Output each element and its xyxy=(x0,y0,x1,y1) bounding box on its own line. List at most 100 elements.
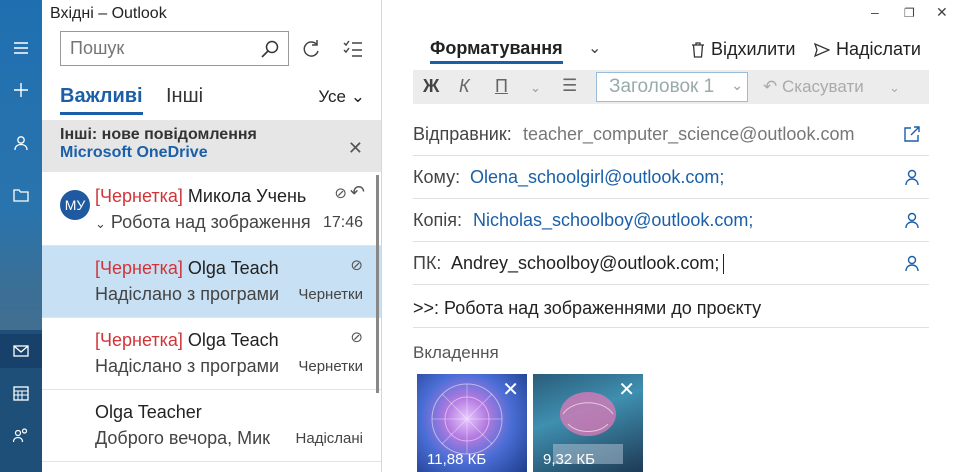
attachment-thumbnail[interactable]: ✕ 11,88 КБ xyxy=(417,374,527,472)
folder-label: Надіслані xyxy=(295,430,363,447)
close-icon[interactable]: ✕ xyxy=(348,138,363,159)
outlook-window: Вхідні – Outlook Важливі Інші Усе ⌄ Інші… xyxy=(0,0,956,472)
notification-title: Інші: нове повідомлення xyxy=(60,126,257,143)
calendar-icon[interactable] xyxy=(0,376,42,410)
search-box[interactable] xyxy=(60,31,289,66)
maximize-icon[interactable]: ❐ xyxy=(904,6,915,20)
person-icon[interactable] xyxy=(0,126,42,160)
chevron-down-icon: ⌄ xyxy=(731,77,743,93)
list-item[interactable]: Olga Teacher Доброго вечора, Мик Надісла… xyxy=(42,390,381,462)
sender-name: Olga Teach xyxy=(182,258,279,278)
bcc-recipient: Andrey_schoolboy@outlook.com; xyxy=(451,253,720,273)
draft-tag: [Чернетка] xyxy=(95,330,183,350)
folder-icon[interactable] xyxy=(0,178,42,212)
tab-other[interactable]: Інші xyxy=(166,85,203,108)
message-list-pane: Вхідні – Outlook Важливі Інші Усе ⌄ Інші… xyxy=(42,0,382,472)
attachment-size: 9,32 КБ xyxy=(543,451,595,468)
undo-label: Скасувати xyxy=(781,77,864,96)
from-label: Відправник: xyxy=(413,124,512,144)
send-button[interactable]: Надіслати xyxy=(814,39,921,60)
bcc-field[interactable]: ПК: Andrey_schoolboy@outlook.com; xyxy=(413,243,929,285)
list-item[interactable]: [Чернетка] Olga Teach ⊘ Надіслано з прог… xyxy=(42,246,381,318)
discard-button[interactable]: Відхилити xyxy=(691,39,795,60)
person-icon[interactable] xyxy=(903,254,921,272)
cc-label: Копія: xyxy=(413,210,462,230)
to-recipient[interactable]: Olena_schoolgirl@outlook.com; xyxy=(470,167,724,188)
undo-icon: ↶ xyxy=(763,77,778,96)
message-preview: Доброго вечора, Мик xyxy=(95,428,271,448)
from-value: teacher_computer_science@outlook.com xyxy=(523,124,855,144)
message-sender: [Чернетка] Olga Teach xyxy=(95,330,283,351)
open-external-icon[interactable] xyxy=(903,125,921,143)
attachment-size: 11,88 КБ xyxy=(427,451,487,468)
attachment-icon: ⊘ xyxy=(334,185,347,202)
style-dropdown[interactable]: Заголовок 1 ⌄ xyxy=(596,72,748,102)
avatar: МУ xyxy=(60,190,90,220)
scrollbar[interactable] xyxy=(376,175,379,393)
tab-formatting[interactable]: Форматування xyxy=(430,38,563,64)
attachments-label: Вкладення xyxy=(413,343,499,362)
style-value: Заголовок 1 xyxy=(609,76,715,97)
undo-button[interactable]: ↶ Скасувати xyxy=(763,77,864,97)
folder-label: Чернетки xyxy=(298,286,363,303)
sender-name: Olga Teach xyxy=(182,330,279,350)
people-icon[interactable] xyxy=(0,418,42,452)
minimize-icon[interactable]: – xyxy=(871,4,879,20)
subject-field[interactable]: >>: Робота над зображеннями до проєкту xyxy=(413,288,929,328)
inbox-tabs: Важливі Інші Усе ⌄ xyxy=(60,85,365,115)
to-field[interactable]: Кому: Olena_schoolgirl@outlook.com; xyxy=(413,157,929,199)
discard-label: Відхилити xyxy=(711,39,796,59)
close-window-icon[interactable]: ✕ xyxy=(936,4,948,21)
message-sender: [Чернетка] Olga Teach xyxy=(95,258,283,279)
expand-chevron-icon[interactable]: ⌄ xyxy=(95,216,106,231)
bcc-label: ПК: xyxy=(413,253,442,273)
sender-name: Olga Teacher xyxy=(95,402,202,422)
mail-icon[interactable] xyxy=(0,334,42,368)
message-preview: Надіслано з програми xyxy=(95,356,280,376)
attachment-thumbnail[interactable]: ✕ 9,32 КБ xyxy=(533,374,643,472)
to-label: Кому: xyxy=(413,167,461,187)
attachment-icon: ⊘ xyxy=(350,257,363,274)
formatting-toolbar: Ж К П ⌄ ☰ Заголовок 1 ⌄ ↶ Скасувати ⌄ xyxy=(413,70,929,104)
cc-field[interactable]: Копія: Nicholas_schoolboy@outlook.com; xyxy=(413,200,929,242)
hamburger-icon[interactable] xyxy=(0,31,42,65)
remove-attachment-icon[interactable]: ✕ xyxy=(502,380,519,400)
italic-button[interactable]: К xyxy=(459,76,470,97)
plus-icon[interactable] xyxy=(0,73,42,107)
list-item[interactable]: МУ [Чернетка] Микола Учень ⊘ ↶ ⌄ Робота … xyxy=(42,174,381,246)
window-title: Вхідні – Outlook xyxy=(50,5,167,22)
search-icon[interactable] xyxy=(260,39,280,59)
message-preview: ⌄ Робота над зображення xyxy=(95,212,317,233)
reply-icon: ↶ xyxy=(349,182,365,202)
text-cursor xyxy=(723,254,725,275)
underline-button[interactable]: П xyxy=(495,76,508,97)
tab-focused[interactable]: Важливі xyxy=(60,85,143,115)
person-icon[interactable] xyxy=(903,211,921,229)
sync-icon[interactable] xyxy=(300,38,322,60)
message-time: 17:46 xyxy=(322,214,363,231)
from-field[interactable]: Відправник: teacher_computer_science@out… xyxy=(413,114,929,156)
person-icon[interactable] xyxy=(903,168,921,186)
remove-attachment-icon[interactable]: ✕ xyxy=(618,380,635,400)
send-icon xyxy=(814,42,830,57)
draft-tag: [Чернетка] xyxy=(95,186,183,206)
bcc-value[interactable]: Andrey_schoolboy@outlook.com; xyxy=(451,253,725,275)
preview-text: Робота над зображення xyxy=(110,212,311,232)
folder-label: Чернетки xyxy=(298,358,363,375)
selection-mode-icon[interactable] xyxy=(342,38,364,60)
send-label: Надіслати xyxy=(836,39,921,59)
chevron-down-icon[interactable]: ⌄ xyxy=(889,80,900,96)
search-input[interactable] xyxy=(61,38,251,59)
chevron-down-icon: ⌄ xyxy=(350,87,365,106)
bold-button[interactable]: Ж xyxy=(423,76,439,97)
cc-recipient[interactable]: Nicholas_schoolboy@outlook.com; xyxy=(473,210,753,231)
chevron-down-icon[interactable]: ⌄ xyxy=(588,38,601,58)
paragraph-format-icon[interactable]: ☰ xyxy=(562,76,577,96)
message-sender: [Чернетка] Микола Учень xyxy=(95,186,335,207)
list-item[interactable]: [Чернетка] Olga Teach ⊘ Надіслано з прог… xyxy=(42,318,381,390)
navigation-rail xyxy=(0,0,42,472)
chevron-down-icon[interactable]: ⌄ xyxy=(530,80,541,96)
other-inbox-notification[interactable]: Інші: нове повідомлення Microsoft OneDri… xyxy=(42,120,381,172)
message-preview: Надіслано з програми xyxy=(95,284,280,304)
filter-dropdown[interactable]: Усе ⌄ xyxy=(318,87,365,107)
